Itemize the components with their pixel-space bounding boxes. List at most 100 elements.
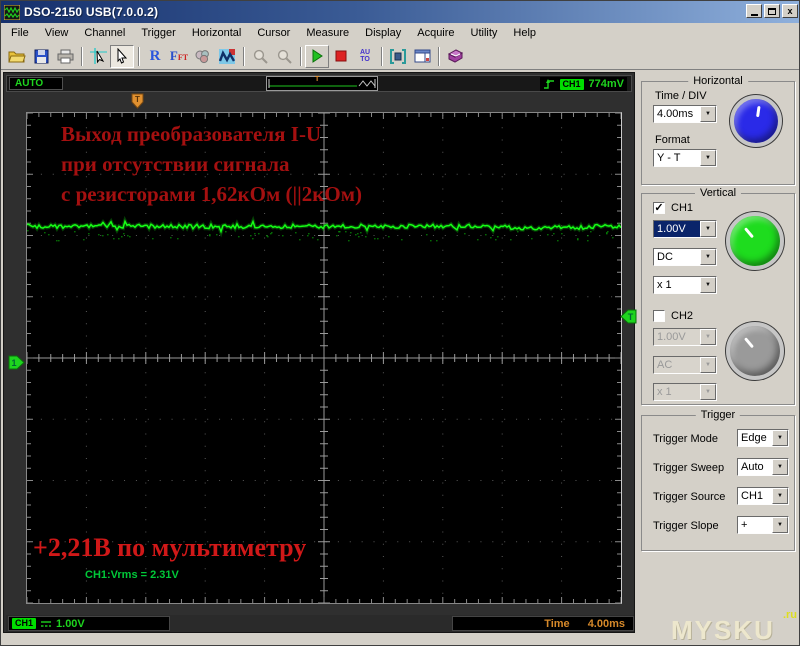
self-calibration-button[interactable] — [386, 45, 410, 68]
waveform-display[interactable]: Выход преобразователя I-U при отсутствии… — [26, 112, 622, 604]
toolbar-separator — [81, 46, 82, 66]
zoom-in-button[interactable] — [248, 45, 272, 68]
trigger-source-select[interactable]: CH1 ▼ — [737, 487, 789, 505]
ch1-label: CH1 — [671, 202, 694, 214]
trigger-mode-label: Trigger Mode — [653, 433, 719, 445]
window-title: DSO-2150 USB(7.0.0.2) — [24, 5, 159, 19]
toolbar-separator — [438, 46, 439, 66]
toolbar-separator — [243, 46, 244, 66]
save-button[interactable] — [29, 45, 53, 68]
minimize-icon — [750, 13, 758, 16]
ch2-volts-select[interactable]: 1.00V ▼ — [653, 328, 717, 346]
waveform-icon — [219, 48, 235, 64]
start-button[interactable] — [305, 44, 329, 68]
minimize-button[interactable] — [746, 4, 762, 18]
ch1-position-knob[interactable] — [726, 212, 784, 270]
timebase-readout: Time 4.00ms — [452, 616, 634, 631]
horizontal-group-title: Horizontal — [688, 75, 748, 87]
reference-button[interactable]: R — [143, 45, 167, 68]
menu-utility[interactable]: Utility — [463, 24, 506, 42]
intensity-button[interactable] — [191, 45, 215, 68]
trigger-level-marker[interactable]: T — [620, 309, 637, 324]
time-label: Time — [544, 617, 570, 630]
menu-horizontal[interactable]: Horizontal — [184, 24, 250, 42]
waveform-mode-button[interactable] — [215, 45, 239, 68]
format-label: Format — [655, 134, 690, 146]
trigger-source-label: Trigger Source — [653, 491, 726, 503]
chevron-down-icon[interactable]: ▼ — [772, 517, 788, 533]
chevron-down-icon[interactable]: ▼ — [700, 150, 716, 166]
scope-status-strip: AUTO T CH1 774mV — [6, 75, 632, 92]
time-value: 4.00ms — [587, 617, 625, 630]
track-cursor-button[interactable] — [86, 45, 110, 68]
chevron-down-icon[interactable]: ▼ — [772, 488, 788, 504]
app-icon — [4, 4, 20, 20]
channel-volts-per-div: 1.00V — [56, 617, 85, 630]
menu-file[interactable]: File — [3, 24, 37, 42]
ch2-coupling-select[interactable]: AC ▼ — [653, 356, 717, 374]
dc-coupling-icon — [41, 621, 52, 627]
trigger-readout: CH1 774mV — [539, 77, 627, 91]
ch2-label: CH2 — [671, 310, 694, 322]
panel-layout-button[interactable] — [410, 45, 434, 68]
stop-icon — [335, 50, 347, 62]
close-button[interactable]: x — [782, 4, 798, 18]
print-button[interactable] — [53, 45, 77, 68]
title-bar[interactable]: DSO-2150 USB(7.0.0.2) x — [1, 1, 799, 23]
ch2-position-knob[interactable] — [726, 322, 784, 380]
chevron-down-icon[interactable]: ▼ — [700, 106, 716, 122]
arrow-cursor-icon — [117, 48, 128, 64]
zoom-out-button[interactable] — [272, 45, 296, 68]
fft-button[interactable]: FFT — [167, 45, 191, 68]
menu-acquire[interactable]: Acquire — [409, 24, 462, 42]
print-icon — [57, 49, 73, 63]
autoset-icon: AU TO — [359, 48, 371, 63]
chevron-down-icon[interactable]: ▼ — [700, 277, 716, 293]
select-cursor-button[interactable] — [110, 44, 134, 68]
trigger-slope-select[interactable]: + ▼ — [737, 516, 789, 534]
menu-channel[interactable]: Channel — [76, 24, 133, 42]
ch1-checkbox[interactable]: ✓ — [653, 202, 665, 214]
vrms-measurement: CH1:Vrms = 2.31V — [85, 569, 179, 581]
trigger-mode-select[interactable]: Edge ▼ — [737, 429, 789, 447]
chevron-down-icon: ▼ — [700, 384, 716, 400]
format-select[interactable]: Y - T ▼ — [653, 149, 717, 167]
help-button[interactable] — [443, 45, 467, 68]
stop-button[interactable] — [329, 45, 353, 68]
chevron-down-icon[interactable]: ▼ — [772, 459, 788, 475]
chevron-down-icon[interactable]: ▼ — [772, 430, 788, 446]
chevron-down-icon: ▼ — [700, 357, 716, 373]
trigger-sweep-select[interactable]: Auto ▼ — [737, 458, 789, 476]
annotation-text: Выход преобразователя I-U при отсутствии… — [61, 122, 363, 206]
chevron-down-icon[interactable]: ▼ — [700, 221, 716, 237]
ch1-coupling-select[interactable]: DC ▼ — [653, 248, 717, 266]
toolbar-separator — [300, 46, 301, 66]
horizontal-knob[interactable] — [730, 95, 782, 147]
horizontal-group: Horizontal Time / DIV 4.00ms ▼ Format Y … — [641, 75, 795, 185]
menu-view[interactable]: View — [37, 24, 77, 42]
maximize-icon — [768, 7, 776, 15]
ch2-probe-select[interactable]: x 1 ▼ — [653, 383, 717, 401]
chevron-down-icon[interactable]: ▼ — [700, 249, 716, 265]
menu-display[interactable]: Display — [357, 24, 409, 42]
waveform-preview[interactable]: T — [266, 76, 378, 91]
scope-bottom-bar: CH1 1.00V Time 4.00ms — [6, 615, 634, 632]
ch1-probe-select[interactable]: x 1 ▼ — [653, 276, 717, 294]
time-div-label: Time / DIV — [655, 90, 707, 102]
time-div-select[interactable]: 4.00ms ▼ — [653, 105, 717, 123]
open-button[interactable] — [5, 45, 29, 68]
ch2-checkbox[interactable] — [653, 310, 665, 322]
menu-trigger[interactable]: Trigger — [133, 24, 183, 42]
ch1-volts-select[interactable]: 1.00V ▼ — [653, 220, 717, 238]
palette-icon — [195, 49, 209, 63]
trigger-slope-label: Trigger Slope — [653, 520, 719, 532]
autoset-button[interactable]: AU TO — [353, 45, 377, 68]
menu-cursor[interactable]: Cursor — [249, 24, 298, 42]
maximize-button[interactable] — [764, 4, 780, 18]
menu-help[interactable]: Help — [505, 24, 544, 42]
svg-text:1: 1 — [11, 358, 16, 368]
app-window: DSO-2150 USB(7.0.0.2) x File View Channe… — [0, 0, 800, 646]
trigger-position-marker[interactable]: T — [131, 93, 144, 109]
ch1-ground-marker[interactable]: 1 — [8, 355, 25, 370]
menu-measure[interactable]: Measure — [298, 24, 357, 42]
